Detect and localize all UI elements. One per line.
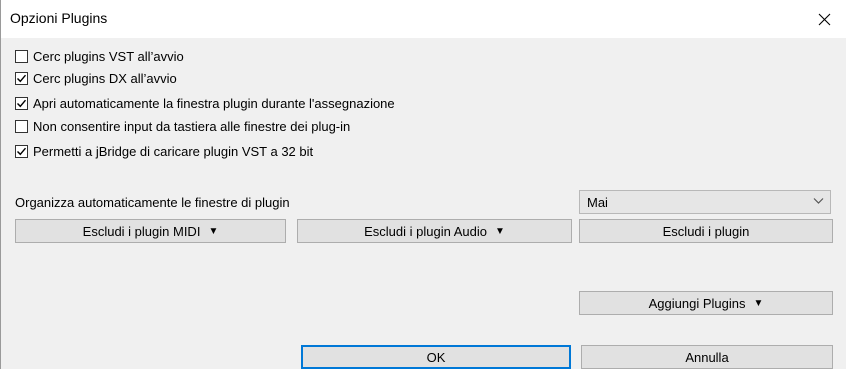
dialog-title: Opzioni Plugins	[10, 10, 108, 26]
close-icon	[818, 13, 830, 25]
organize-selected-value: Mai	[587, 195, 608, 210]
option-label: Apri automaticamente la finestra plugin …	[33, 95, 395, 111]
checkmark-icon	[17, 147, 27, 155]
exclude-plugins-button[interactable]: Escludi i plugin	[579, 219, 833, 243]
chevron-down-icon	[813, 198, 824, 204]
option-label: Cerc plugins VST all’avvio	[33, 48, 184, 64]
option-jbridge-32bit[interactable]: Permetti a jBridge di caricare plugin VS…	[15, 142, 313, 160]
button-label: Escludi i plugin	[662, 223, 750, 239]
dropdown-arrow-icon: ▼	[753, 297, 764, 309]
button-label: Escludi i plugin MIDI	[82, 223, 201, 239]
dropdown-arrow-icon: ▼	[208, 225, 219, 237]
exclude-midi-plugins-button[interactable]: Escludi i plugin MIDI ▼	[15, 219, 286, 243]
cancel-button[interactable]: Annulla	[581, 345, 833, 369]
organize-windows-select[interactable]: Mai	[579, 190, 831, 214]
button-label: Aggiungi Plugins	[648, 295, 746, 311]
checkbox-auto-open[interactable]	[15, 96, 28, 110]
checkmark-icon	[17, 99, 27, 107]
checkbox-block-keyboard[interactable]	[15, 119, 28, 133]
dropdown-arrow-icon: ▼	[494, 225, 505, 237]
option-label: Cerc plugins DX all’avvio	[33, 70, 177, 86]
button-label: Annulla	[685, 349, 729, 365]
add-plugins-button[interactable]: Aggiungi Plugins ▼	[579, 291, 833, 315]
checkbox-jbridge[interactable]	[15, 144, 28, 158]
button-label: OK	[426, 349, 446, 365]
option-label: Permetti a jBridge di caricare plugin VS…	[33, 143, 314, 159]
close-button[interactable]	[801, 0, 846, 38]
title-bar: Opzioni Plugins	[1, 0, 846, 38]
plugin-options-dialog: Opzioni Plugins Cerc plugins VST all’avv…	[0, 0, 846, 369]
option-auto-open-plugin-window[interactable]: Apri automaticamente la finestra plugin …	[15, 94, 395, 112]
checkbox-scan-dx[interactable]	[15, 71, 28, 85]
ok-button[interactable]: OK	[301, 345, 571, 369]
checkmark-icon	[17, 74, 27, 82]
option-label: Non consentire input da tastiera alle fi…	[33, 118, 351, 134]
option-scan-dx-startup[interactable]: Cerc plugins DX all’avvio	[15, 69, 177, 87]
button-label: Escludi i plugin Audio	[364, 223, 487, 239]
checkbox-scan-vst[interactable]	[15, 49, 28, 63]
exclude-audio-plugins-button[interactable]: Escludi i plugin Audio ▼	[297, 219, 572, 243]
option-block-keyboard-input[interactable]: Non consentire input da tastiera alle fi…	[15, 117, 350, 135]
option-scan-vst-startup[interactable]: Cerc plugins VST all’avvio	[15, 47, 184, 65]
organize-windows-label: Organizza automaticamente le finestre di…	[15, 195, 290, 210]
